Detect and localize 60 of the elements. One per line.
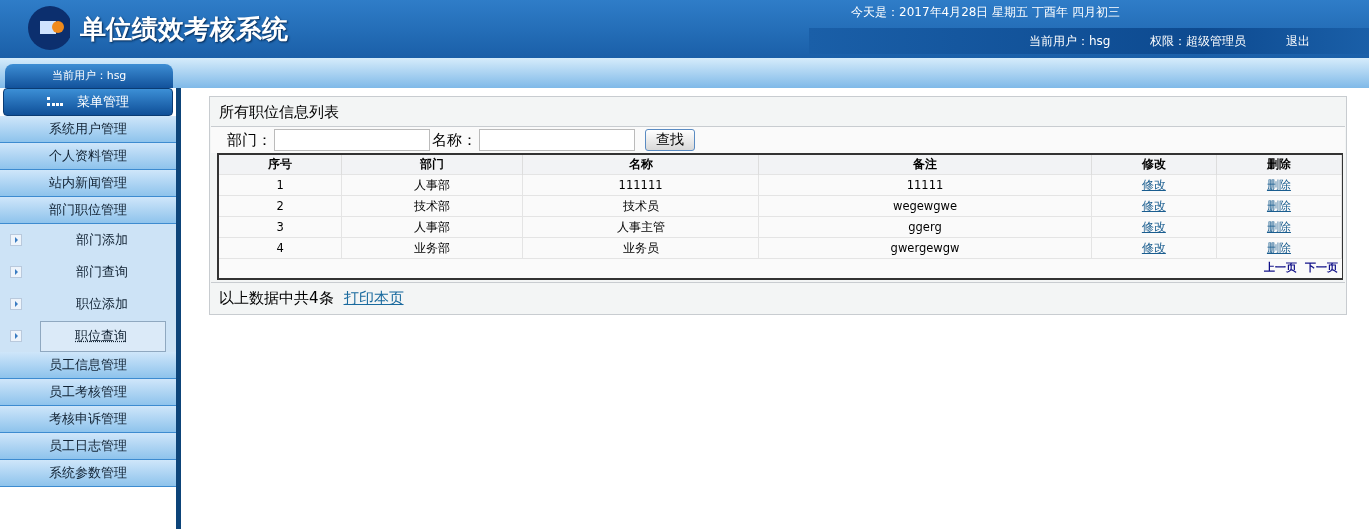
pager-link[interactable]: 下一页	[1305, 261, 1338, 275]
table-cell: gwergewgw	[758, 237, 1092, 258]
column-header: 删除	[1216, 155, 1342, 175]
menu-group[interactable]: 员工信息管理	[0, 352, 176, 379]
pager-link[interactable]: 上一页	[1264, 261, 1297, 275]
table-cell: 人事部	[341, 174, 523, 196]
logout-link[interactable]: 退出	[1286, 32, 1311, 50]
column-header: 修改	[1091, 155, 1217, 175]
edit-link[interactable]: 修改	[1141, 198, 1166, 213]
table-cell: 技术部	[341, 195, 523, 217]
table-cell: 人事主管	[522, 216, 759, 238]
menu-group[interactable]: 站内新闻管理	[0, 170, 176, 197]
menu-group[interactable]: 考核申诉管理	[0, 406, 176, 433]
table-cell: 11111	[758, 174, 1092, 196]
delete-link[interactable]: 删除	[1266, 198, 1291, 213]
table-cell: 111111	[522, 174, 759, 196]
current-user: 当前用户：hsg	[1029, 32, 1111, 50]
menu-title: 菜单管理	[77, 93, 129, 111]
search-field[interactable]	[479, 129, 635, 151]
edit-link[interactable]: 修改	[1141, 177, 1166, 192]
delete-link[interactable]: 删除	[1266, 240, 1291, 255]
table-cell: 业务部	[341, 237, 523, 258]
menu-group[interactable]: 员工日志管理	[0, 433, 176, 460]
table-cell: 业务员	[522, 237, 759, 258]
menu-group[interactable]: 部门职位管理	[0, 197, 176, 224]
print-link[interactable]: 打印本页	[343, 288, 404, 308]
table-cell: wegewgwe	[758, 195, 1092, 217]
submenu-item[interactable]: 职位查询	[40, 320, 166, 352]
play-icon	[10, 234, 22, 246]
date-text: 今天是：2017年4月28日 星期五 丁酉年 四月初三	[851, 4, 1121, 21]
delete-link[interactable]: 删除	[1266, 177, 1291, 192]
column-header: 备注	[758, 155, 1092, 175]
play-icon	[10, 298, 22, 310]
menu-group[interactable]: 员工考核管理	[0, 379, 176, 406]
table-cell: 1	[219, 174, 342, 196]
table-cell: ggerg	[758, 216, 1092, 238]
table-cell: 4	[219, 237, 342, 258]
edit-link[interactable]: 修改	[1141, 240, 1166, 255]
menu-group[interactable]: 系统用户管理	[0, 116, 176, 143]
table-cell: 3	[219, 216, 342, 238]
menu-group[interactable]: 系统参数管理	[0, 460, 176, 487]
grid-icon	[47, 97, 63, 107]
search-field[interactable]	[274, 129, 430, 151]
table-cell: 技术员	[522, 195, 759, 217]
play-icon	[10, 330, 22, 342]
column-header: 序号	[219, 155, 342, 175]
search-label: 部门：	[227, 130, 272, 150]
table-cell: 人事部	[341, 216, 523, 238]
table-cell: 2	[219, 195, 342, 217]
column-header: 名称	[522, 155, 759, 175]
search-label: 名称：	[432, 130, 477, 150]
edit-link[interactable]: 修改	[1141, 219, 1166, 234]
play-icon	[10, 266, 22, 278]
system-title: 单位绩效考核系统	[80, 13, 288, 46]
delete-link[interactable]: 删除	[1266, 219, 1291, 234]
menu-group[interactable]: 个人资料管理	[0, 143, 176, 170]
search-button[interactable]: 查找	[645, 129, 695, 151]
column-header: 部门	[341, 155, 523, 175]
record-count: 以上数据中共4条	[219, 288, 334, 308]
role-text: 权限：超级管理员	[1150, 32, 1247, 50]
